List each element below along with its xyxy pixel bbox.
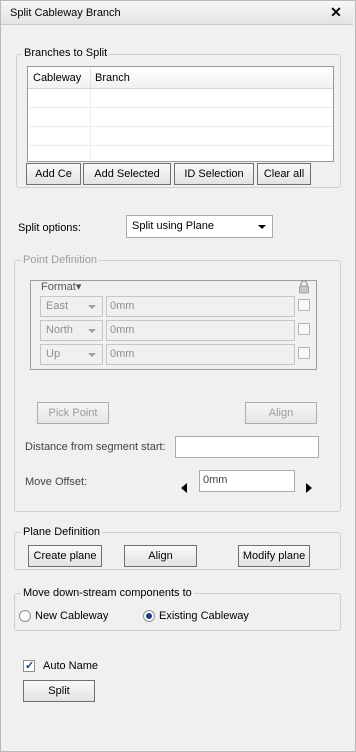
new-cableway-radio[interactable] <box>19 610 31 622</box>
branches-table[interactable]: Cableway Branch <box>27 66 334 162</box>
split-options-label: Split options: <box>18 222 81 234</box>
table-row[interactable] <box>28 127 333 146</box>
create-plane-button[interactable]: Create plane <box>28 545 102 567</box>
split-options-value: Split using Plane <box>132 220 214 232</box>
table-row[interactable] <box>28 89 333 108</box>
chevron-down-icon <box>258 225 266 229</box>
auto-name-checkbox[interactable]: ✓ <box>23 660 35 672</box>
chevron-down-icon <box>88 305 96 309</box>
distance-field[interactable] <box>175 436 319 458</box>
north-direction-dropdown[interactable]: North <box>40 320 103 341</box>
east-direction-dropdown[interactable]: East <box>40 296 103 317</box>
point-definition-title: Point Definition <box>21 254 99 267</box>
east-value-field[interactable]: 0mm <box>106 296 295 317</box>
column-separator <box>90 67 91 89</box>
split-options-dropdown[interactable]: Split using Plane <box>126 215 273 238</box>
radio-selected-dot <box>146 613 152 619</box>
east-lock-checkbox[interactable] <box>298 299 310 311</box>
branches-group-title: Branches to Split <box>22 47 110 60</box>
up-direction-dropdown[interactable]: Up <box>40 344 103 365</box>
chevron-down-icon <box>88 329 96 333</box>
plane-align-button[interactable]: Align <box>124 545 197 567</box>
chevron-down-icon <box>88 353 96 357</box>
existing-cableway-label[interactable]: Existing Cableway <box>159 610 249 622</box>
close-icon[interactable]: ✕ <box>329 4 343 20</box>
add-selected-button[interactable]: Add Selected <box>83 163 171 185</box>
column-separator <box>90 89 91 161</box>
move-offset-field[interactable]: 0mm <box>199 470 295 492</box>
pick-point-button[interactable]: Pick Point <box>37 402 109 424</box>
add-ce-button[interactable]: Add Ce <box>26 163 81 185</box>
downstream-title: Move down-stream components to <box>21 587 194 600</box>
north-direction-value: North <box>46 324 73 336</box>
checkmark-icon: ✓ <box>25 660 35 672</box>
plane-definition-title: Plane Definition <box>21 526 103 539</box>
up-value-field[interactable]: 0mm <box>106 344 295 365</box>
distance-label: Distance from segment start: <box>25 441 166 453</box>
north-lock-checkbox[interactable] <box>298 323 310 335</box>
up-lock-checkbox[interactable] <box>298 347 310 359</box>
auto-name-label[interactable]: Auto Name <box>43 660 98 672</box>
move-offset-label: Move Offset: <box>25 476 88 488</box>
title-bar: Split Cableway Branch ✕ <box>1 1 353 25</box>
window-title: Split Cableway Branch <box>10 7 121 19</box>
lock-icon[interactable] <box>298 280 310 294</box>
table-header: Cableway Branch <box>28 67 333 89</box>
increase-offset-icon[interactable] <box>306 483 312 493</box>
clear-all-button[interactable]: Clear all <box>257 163 311 185</box>
existing-cableway-radio[interactable] <box>143 610 155 622</box>
up-direction-value: Up <box>46 348 61 360</box>
point-align-button[interactable]: Align <box>245 402 317 424</box>
format-menu[interactable]: Format▾ <box>41 280 81 293</box>
new-cableway-label[interactable]: New Cableway <box>35 610 108 622</box>
east-direction-value: East <box>46 300 69 312</box>
split-button[interactable]: Split <box>23 680 95 702</box>
north-value-field[interactable]: 0mm <box>106 320 295 341</box>
column-header-cableway[interactable]: Cableway <box>33 72 81 84</box>
decrease-offset-icon[interactable] <box>181 483 187 493</box>
modify-plane-button[interactable]: Modify plane <box>238 545 310 567</box>
column-header-branch[interactable]: Branch <box>95 72 130 84</box>
table-row[interactable] <box>28 108 333 127</box>
id-selection-button[interactable]: ID Selection <box>174 163 254 185</box>
